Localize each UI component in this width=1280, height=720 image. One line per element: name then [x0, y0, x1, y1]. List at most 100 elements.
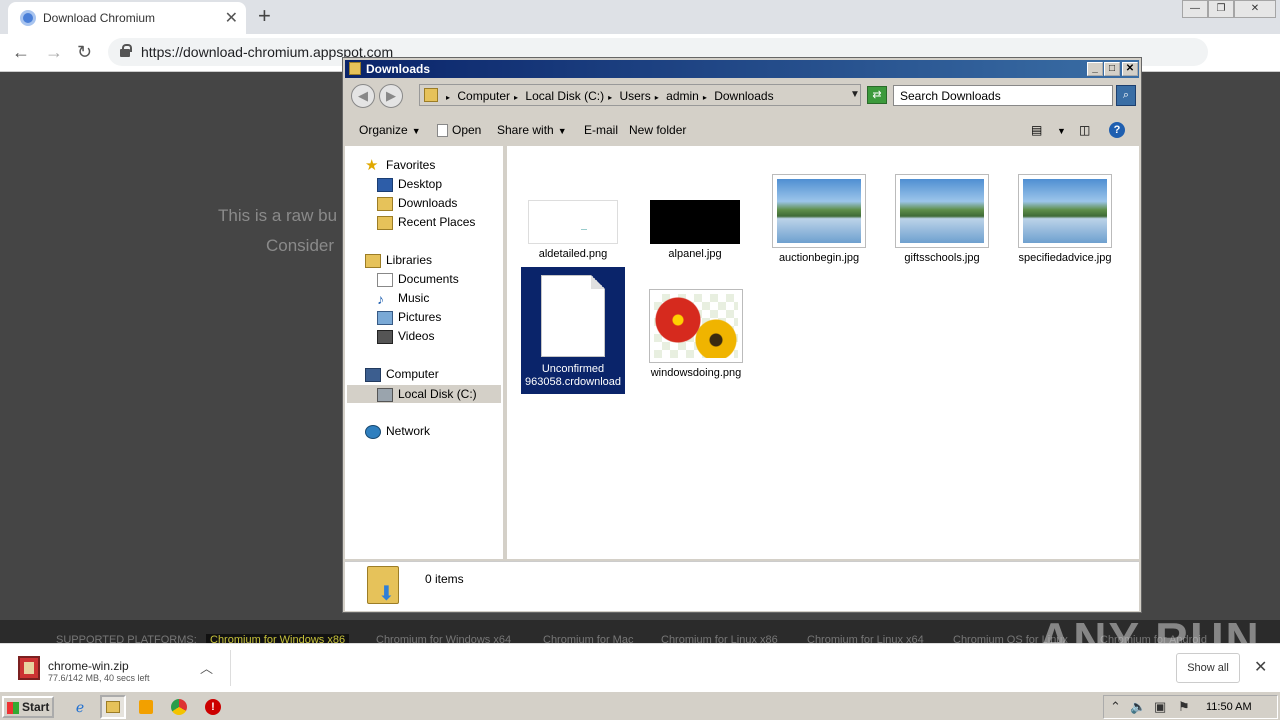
forward-icon[interactable]: → — [45, 42, 63, 63]
organize-button[interactable]: Organize ▼ — [359, 123, 421, 137]
nav-videos[interactable]: Videos — [377, 329, 434, 344]
nav-documents[interactable]: Documents — [377, 272, 459, 287]
file-item[interactable]: alpanel.jpg — [643, 200, 747, 261]
nav-downloads[interactable]: Downloads — [377, 196, 457, 211]
forward-icon[interactable]: ▶ — [379, 84, 403, 108]
star-icon: ★ — [365, 156, 379, 174]
file-item[interactable]: giftsschools.jpg — [890, 174, 994, 265]
file-name: auctionbegin.jpg — [778, 252, 860, 264]
search-box[interactable] — [893, 85, 1113, 106]
nav-label: Network — [386, 424, 431, 438]
minimize-button[interactable]: _ — [1087, 62, 1103, 76]
nav-desktop[interactable]: Desktop — [377, 177, 442, 192]
browser-tab[interactable]: Download Chromium ✕ — [8, 2, 246, 34]
file-name-line: 963058.crdownload — [524, 376, 622, 388]
flag-icon[interactable]: ⚑ — [1178, 699, 1190, 715]
nav-favorites[interactable]: ★ Favorites — [365, 158, 435, 173]
folder-icon — [424, 88, 438, 102]
nav-recent-places[interactable]: Recent Places — [377, 215, 475, 230]
file-item[interactable]: specifiedadvice.jpg — [1013, 174, 1117, 265]
music-icon: ♪ — [377, 290, 384, 307]
file-item[interactable]: windowsdoing.png — [644, 289, 748, 380]
back-icon[interactable]: ◀ — [351, 84, 375, 108]
close-shelf-icon[interactable]: ✕ — [1254, 657, 1267, 677]
system-tray: ⌃ 🔈 ▣ ⚑ 11:50 AM — [1103, 695, 1278, 719]
show-all-button[interactable]: Show all — [1176, 653, 1240, 683]
nav-network[interactable]: Network — [365, 424, 430, 439]
details-pane: 0 items — [345, 561, 1139, 611]
refresh-icon[interactable]: ⇄ — [867, 86, 887, 104]
file-item-selected[interactable]: Unconfirmed 963058.crdownload — [521, 267, 625, 394]
share-with-button[interactable]: Share with ▼ — [497, 123, 567, 137]
reload-icon[interactable]: ↻ — [77, 42, 92, 63]
nav-label: Videos — [398, 329, 435, 343]
help-icon[interactable]: ? — [1109, 122, 1125, 138]
document-icon — [541, 275, 605, 357]
close-window-button[interactable]: ✕ — [1234, 0, 1276, 18]
explorer-titlebar[interactable]: Downloads _ □ ✕ — [345, 60, 1139, 78]
nav-label: Local Disk (C:) — [398, 387, 477, 401]
explorer-taskbar-icon[interactable] — [100, 695, 126, 719]
nav-music[interactable]: ♪ Music — [377, 291, 429, 306]
internet-explorer-icon[interactable]: ℯ — [67, 695, 93, 719]
file-name: specifiedadvice.jpg — [1018, 252, 1112, 264]
file-name: Unconfirmed 963058.crdownload — [521, 363, 625, 389]
browser-tabbar: Download Chromium ✕ + — ❐ ✕ — [0, 0, 1280, 34]
chrome-taskbar-icon[interactable] — [166, 695, 192, 719]
image-thumbnail — [649, 289, 743, 363]
chromium-icon — [20, 10, 36, 26]
preview-pane-icon[interactable]: ◫ — [1079, 123, 1090, 137]
search-input[interactable] — [894, 86, 1112, 105]
minimize-window-button[interactable]: — — [1182, 0, 1208, 18]
close-button[interactable]: ✕ — [1122, 62, 1138, 76]
command-bar: Organize ▼ Open Share with ▼ E-mail New fo… — [345, 116, 1139, 144]
documents-icon — [377, 272, 393, 287]
new-folder-button[interactable]: New folder — [629, 123, 686, 137]
breadcrumb-admin[interactable]: admin — [666, 89, 699, 103]
start-button[interactable]: Start — [2, 696, 54, 718]
landscape-image — [900, 179, 984, 243]
stop-icon[interactable]: ! — [200, 695, 226, 719]
address-breadcrumb[interactable]: ▸ Computer ▸ Local Disk (C:) ▸ Users ▸ admi… — [419, 84, 861, 106]
back-icon[interactable]: ← — [12, 42, 30, 63]
nav-local-disk[interactable]: Local Disk (C:) — [347, 385, 501, 403]
file-list: aldetailed.png alpanel.jpg auctionbegin.… — [507, 146, 1139, 559]
file-name: windowsdoing.png — [650, 367, 742, 379]
network-tray-icon[interactable]: ▣ — [1154, 699, 1166, 715]
tray-expand-icon[interactable]: ⌃ — [1110, 699, 1121, 715]
chevron-down-icon[interactable]: ▼ — [850, 89, 860, 100]
file-item[interactable]: aldetailed.png — [521, 200, 625, 261]
chevron-down-icon[interactable]: ▼ — [1057, 126, 1066, 136]
image-thumbnail — [772, 174, 866, 248]
close-tab-icon[interactable]: ✕ — [225, 8, 238, 28]
breadcrumb: ▸ Computer ▸ Local Disk (C:) ▸ Users ▸ admi… — [446, 89, 774, 103]
email-button[interactable]: E-mail — [584, 123, 618, 137]
file-name: alpanel.jpg — [668, 248, 722, 260]
maximize-button[interactable]: □ — [1104, 62, 1120, 76]
taskbar: Start ℯ ! ⌃ 🔈 ▣ ⚑ 11:50 AM — [0, 691, 1280, 720]
media-player-icon[interactable] — [133, 695, 159, 719]
breadcrumb-local-disk[interactable]: Local Disk (C:) — [525, 89, 604, 103]
divider — [230, 650, 231, 686]
file-item[interactable]: auctionbegin.jpg — [767, 174, 871, 265]
archive-icon — [18, 656, 40, 680]
breadcrumb-downloads[interactable]: Downloads — [714, 89, 773, 103]
file-name: aldetailed.png — [538, 248, 608, 260]
nav-libraries[interactable]: Libraries — [365, 253, 432, 268]
clock[interactable]: 11:50 AM — [1206, 701, 1252, 713]
open-button[interactable]: Open — [437, 123, 481, 138]
chevron-up-icon[interactable]: ︿ — [200, 658, 213, 677]
breadcrumb-users[interactable]: Users — [619, 89, 650, 103]
page-text-line: Consider — [266, 236, 335, 255]
nav-pictures[interactable]: Pictures — [377, 310, 441, 325]
nav-computer[interactable]: Computer — [365, 367, 439, 382]
view-options-icon[interactable]: ▤ — [1031, 123, 1042, 137]
breadcrumb-computer[interactable]: Computer — [457, 89, 510, 103]
desktop-icon — [377, 177, 393, 192]
landscape-image — [1023, 179, 1107, 243]
search-icon[interactable]: ⌕ — [1116, 85, 1136, 106]
volume-icon[interactable]: 🔈 — [1130, 699, 1146, 715]
restore-window-button[interactable]: ❐ — [1208, 0, 1234, 18]
download-filename[interactable]: chrome-win.zip — [48, 659, 129, 673]
new-tab-icon[interactable]: + — [258, 3, 271, 29]
